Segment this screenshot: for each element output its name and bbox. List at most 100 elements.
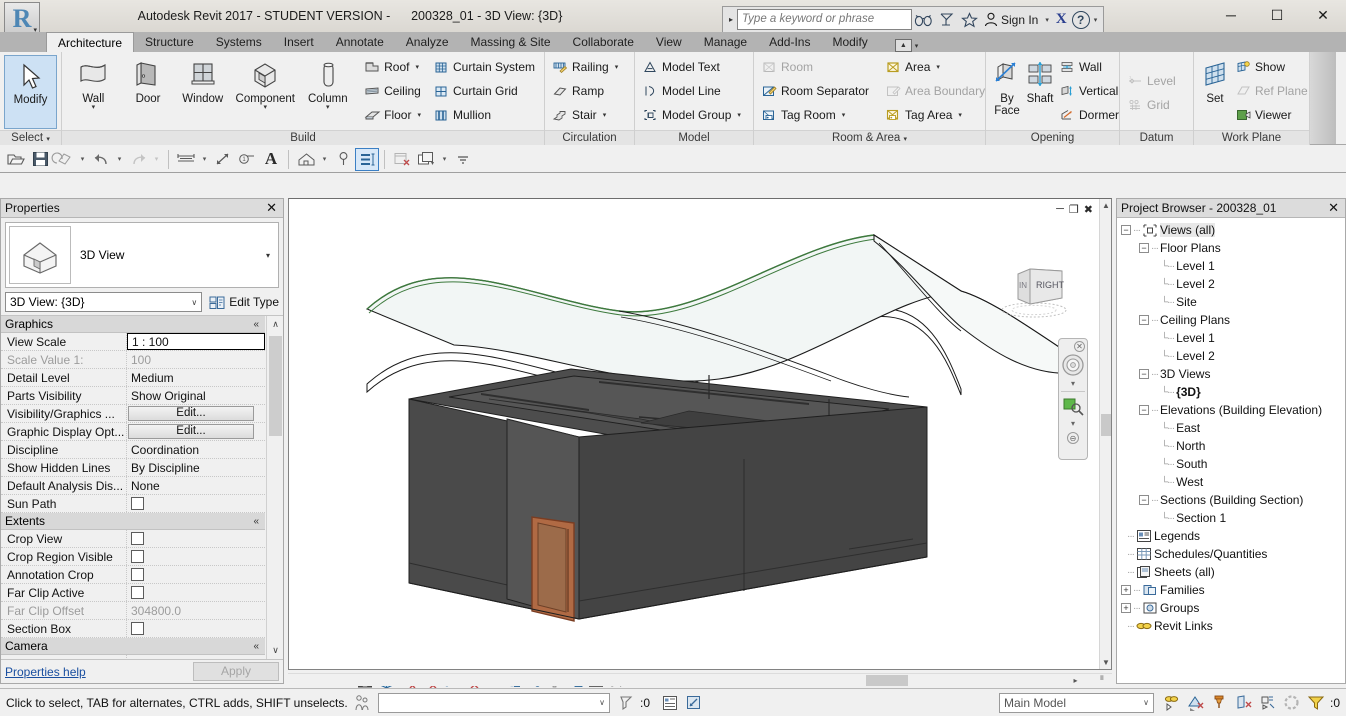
property-row-crop-view[interactable]: Crop View xyxy=(1,530,265,548)
tree-node-floor-plans[interactable]: − ··· Floor Plans xyxy=(1117,239,1345,257)
railing-button[interactable]: Railing ▾ xyxy=(549,55,623,79)
model-text-button[interactable]: Model Text xyxy=(639,55,746,79)
property-row-annotation-crop[interactable]: Annotation Crop xyxy=(1,566,265,584)
property-row-section-box[interactable]: Section Box xyxy=(1,620,265,638)
redo-icon[interactable] xyxy=(126,148,150,171)
column-button[interactable]: Column ▾ xyxy=(300,55,355,111)
chevron-down-icon[interactable]: ▾ xyxy=(417,111,421,119)
tab-architecture[interactable]: Architecture xyxy=(46,32,135,52)
tree-node-legends[interactable]: ··· Legends xyxy=(1117,527,1345,545)
property-group-graphics[interactable]: Graphics « xyxy=(1,316,265,333)
roof-button[interactable]: Roof ▾ xyxy=(361,55,426,79)
tree-node-elevation-east[interactable]: └··· East xyxy=(1117,419,1345,437)
tree-node-floor-level-1[interactable]: └··· Level 1 xyxy=(1117,257,1345,275)
thin-lines-icon[interactable] xyxy=(355,147,379,171)
scrollbar-thumb[interactable] xyxy=(866,675,908,686)
tree-node-elevations[interactable]: − ··· Elevations (Building Elevation) xyxy=(1117,401,1345,419)
chevron-down-icon[interactable]: ▾ xyxy=(936,63,940,71)
tree-node-groups[interactable]: + ··· Groups xyxy=(1117,599,1345,617)
scroll-down-icon[interactable]: ∨ xyxy=(267,642,283,659)
scrollbar-thumb[interactable] xyxy=(269,336,282,436)
opening-vertical-button[interactable]: Vertical xyxy=(1056,79,1124,103)
steering-wheel-icon[interactable] xyxy=(1061,353,1085,377)
expander-icon[interactable]: − xyxy=(1139,315,1149,325)
tree-node-elevation-south[interactable]: └··· South xyxy=(1117,455,1345,473)
mullion-button[interactable]: Mullion xyxy=(430,103,540,127)
tab-massing-site[interactable]: Massing & Site xyxy=(460,32,562,52)
modify-button[interactable]: Modify xyxy=(4,55,57,129)
tree-node-floor-level-2[interactable]: └··· Level 2 xyxy=(1117,275,1345,293)
measure-icon[interactable] xyxy=(174,148,198,171)
tab-annotate[interactable]: Annotate xyxy=(325,32,395,52)
show-workplane-button[interactable]: Show xyxy=(1232,55,1313,79)
shaft-button[interactable]: Shaft xyxy=(1024,55,1056,105)
view-restore-button[interactable]: ❐ xyxy=(1069,203,1079,216)
tab-view[interactable]: View xyxy=(645,32,693,52)
worksharing-status-icon[interactable] xyxy=(350,692,374,714)
sun-path-checkbox[interactable] xyxy=(131,497,144,510)
instance-selector-combo[interactable]: 3D View: {3D} ∨ xyxy=(5,292,203,312)
sync-icon[interactable] xyxy=(51,148,76,171)
navigation-bar-collapse-icon[interactable]: ⊖ xyxy=(1067,432,1079,444)
scrollbar-thumb[interactable] xyxy=(1101,414,1111,436)
tab-addins[interactable]: Add-Ins xyxy=(758,32,821,52)
property-value[interactable]: Coordination xyxy=(127,441,265,458)
tree-node-revit-links[interactable]: ··· Revit Links xyxy=(1117,617,1345,635)
floor-button[interactable]: Floor ▾ xyxy=(361,103,426,127)
properties-help-link[interactable]: Properties help xyxy=(5,665,193,679)
property-value[interactable]: None xyxy=(127,477,265,494)
save-icon[interactable] xyxy=(28,148,52,171)
chevron-down-icon[interactable]: ▾ xyxy=(958,111,962,119)
search-icon[interactable] xyxy=(912,8,935,31)
expander-icon[interactable]: − xyxy=(1139,243,1149,253)
maximize-button[interactable]: ☐ xyxy=(1254,0,1300,30)
type-selector[interactable]: 3D View ▾ xyxy=(5,222,279,288)
curtain-system-button[interactable]: Curtain System xyxy=(430,55,540,79)
undo-icon[interactable] xyxy=(89,148,113,171)
press-and-drag-icon[interactable] xyxy=(614,692,638,714)
pinned-icon[interactable] xyxy=(1208,692,1232,714)
chevron-down-icon[interactable]: ▾ xyxy=(615,63,619,71)
aligned-dimension-icon[interactable] xyxy=(211,148,235,171)
tab-systems[interactable]: Systems xyxy=(205,32,273,52)
annotation-crop-checkbox[interactable] xyxy=(131,568,144,581)
chevron-down-icon[interactable]: ▾ xyxy=(318,155,331,163)
tree-node-ceiling-level-1[interactable]: └··· Level 1 xyxy=(1117,329,1345,347)
chevron-down-icon[interactable]: ▾ xyxy=(1071,379,1075,388)
tag-icon[interactable]: 1 xyxy=(235,148,259,171)
expander-icon[interactable]: − xyxy=(1121,225,1131,235)
section-box-checkbox[interactable] xyxy=(131,622,144,635)
tab-collaborate[interactable]: Collaborate xyxy=(562,32,645,52)
chevron-down-icon[interactable]: ▾ xyxy=(416,63,420,71)
design-options-combo[interactable]: Main Model ∨ xyxy=(998,692,1154,713)
scroll-right-icon[interactable]: ▸ xyxy=(1069,674,1082,687)
scroll-up-icon[interactable]: ▲ xyxy=(1100,199,1111,212)
view-horizontal-scrollbar[interactable]: ▸ ▘ xyxy=(288,673,1112,686)
tab-insert[interactable]: Insert xyxy=(273,32,325,52)
area-button[interactable]: Area ▾ xyxy=(882,55,990,79)
tab-analyze[interactable]: Analyze xyxy=(395,32,460,52)
ceiling-button[interactable]: Ceiling xyxy=(361,79,426,103)
crop-region-visible-checkbox[interactable] xyxy=(131,550,144,563)
area-boundary-button[interactable]: Area Boundary xyxy=(882,79,990,103)
editing-request-icon[interactable] xyxy=(1184,692,1208,714)
view-cube[interactable]: RIGHT IN xyxy=(1000,258,1076,328)
filter-selection-icon[interactable] xyxy=(1304,692,1328,714)
panel-title-select[interactable]: Select ▾ xyxy=(0,130,61,145)
chevron-down-icon[interactable]: ▾ xyxy=(737,111,741,119)
qat-overflow-icon[interactable] xyxy=(451,148,475,171)
communication-center-icon[interactable] xyxy=(935,8,958,31)
viewer-button[interactable]: Viewer xyxy=(1232,103,1313,127)
scroll-down-icon[interactable]: ▼ xyxy=(1100,656,1111,669)
view-vertical-scrollbar[interactable]: ▲ ▼ xyxy=(1099,199,1111,669)
tree-node-ceiling-level-2[interactable]: └··· Level 2 xyxy=(1117,347,1345,365)
property-row-far-clip-active[interactable]: Far Clip Active xyxy=(1,584,265,602)
expander-icon[interactable]: + xyxy=(1121,603,1131,613)
edit-type-button[interactable]: Edit Type xyxy=(202,295,279,310)
stair-button[interactable]: Stair ▾ xyxy=(549,103,623,127)
ribbon-minimize-control[interactable]: ▲ ▾ xyxy=(879,39,918,52)
tree-node-3d-view-active[interactable]: └··· {3D} xyxy=(1117,383,1345,401)
resize-grip-icon[interactable]: ▘ xyxy=(1097,674,1110,687)
chevron-down-icon[interactable]: ▾ xyxy=(92,104,96,111)
search-input[interactable]: Type a keyword or phrase xyxy=(737,9,912,30)
